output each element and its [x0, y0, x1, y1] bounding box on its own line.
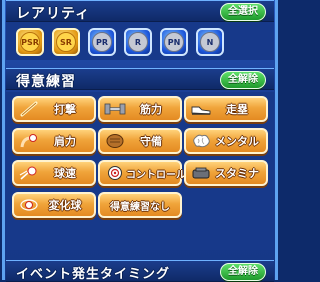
glove-icon — [104, 132, 126, 150]
pr-rarity-icon[interactable]: PR — [88, 28, 116, 56]
stamina-icon — [190, 164, 212, 182]
pn-rarity-icon[interactable]: PN — [160, 28, 188, 56]
rarity-select-all-button[interactable]: 全選択 — [220, 3, 266, 21]
brain-icon — [190, 132, 212, 150]
target-icon — [104, 164, 126, 182]
skill-strength-button[interactable]: 筋力 — [98, 96, 182, 122]
skill-stamina-button[interactable]: スタミナ — [184, 160, 268, 186]
skill-arm-strength-button[interactable]: 肩力 — [12, 128, 96, 154]
rarity-header: レアリティ 全選択 — [6, 0, 274, 22]
skills-title: 得意練習 — [16, 74, 76, 90]
event-timing-header: イベント発生タイミング 全解除 — [6, 260, 274, 282]
rarity-title: レアリティ — [16, 6, 91, 22]
skill-control-button[interactable]: コントロール — [98, 160, 186, 186]
dumbbell-icon — [104, 100, 126, 118]
breaking-ball-icon — [18, 196, 40, 214]
skills-panel: 打撃 筋力 走塁 肩力 守備 メンタル 球速 コントロール スタミナ 変化球 得… — [6, 92, 274, 250]
r-rarity-icon[interactable]: R — [124, 28, 152, 56]
skill-velocity-button[interactable]: 球速 — [12, 160, 96, 186]
skill-running-button[interactable]: 走塁 — [184, 96, 268, 122]
n-rarity-icon[interactable]: N — [196, 28, 224, 56]
skills-header: 得意練習 全解除 — [6, 68, 274, 90]
rarity-row: PSR SR PR R PN N — [6, 22, 274, 60]
event-timing-clear-all-button[interactable]: 全解除 — [220, 263, 266, 281]
speed-ball-icon — [18, 164, 40, 182]
skill-none-button[interactable]: 得意練習なし — [98, 192, 182, 218]
bat-icon — [18, 100, 40, 118]
psr-rarity-icon[interactable]: PSR — [16, 28, 44, 56]
shoe-icon — [190, 100, 212, 118]
skill-mental-button[interactable]: メンタル — [184, 128, 268, 154]
skills-clear-all-button[interactable]: 全解除 — [220, 71, 266, 89]
event-timing-title: イベント発生タイミング — [16, 267, 171, 282]
skill-batting-button[interactable]: 打撃 — [12, 96, 96, 122]
skill-breaking-ball-button[interactable]: 変化球 — [12, 192, 96, 218]
throwing-arm-icon — [18, 132, 40, 150]
sr-rarity-icon[interactable]: SR — [52, 28, 80, 56]
skill-defense-button[interactable]: 守備 — [98, 128, 182, 154]
